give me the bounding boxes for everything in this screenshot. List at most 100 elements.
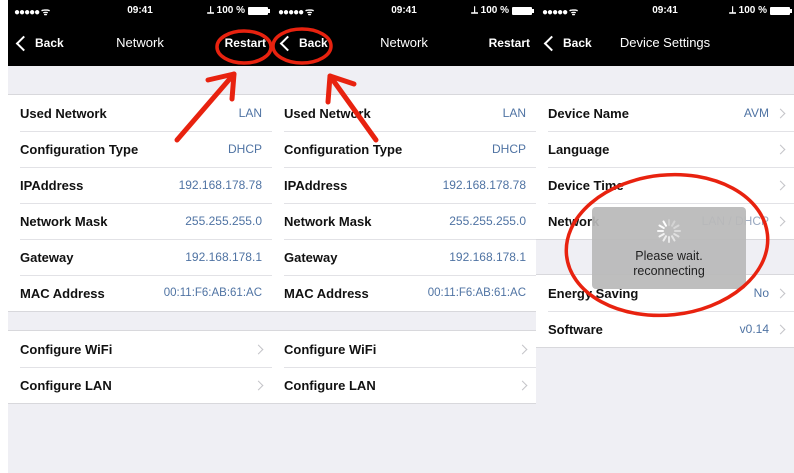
hud-line-2: reconnecting (633, 264, 705, 278)
row-value: 192.168.178.1 (449, 250, 526, 264)
row-network-mask: Network Mask 255.255.255.0 (272, 203, 536, 239)
row-label: Device Time (548, 177, 624, 193)
row-mac-address: MAC Address 00:11:F6:AB:61:AC (8, 275, 272, 311)
row-value: DHCP (491, 142, 526, 156)
status-bar: ●●●●● ᯤ 09:41 ⟂ 100 % (272, 0, 536, 20)
row-label: Used Network (284, 105, 371, 121)
spinner-spoke (674, 230, 681, 232)
battery-icon (770, 6, 792, 15)
row-label: Network Mask (284, 213, 372, 229)
row-label: MAC Address (20, 285, 105, 301)
spinner-spoke (668, 236, 670, 243)
nav-bar: Back Network Restart (8, 20, 272, 66)
row-value: 00:11:F6:AB:61:AC (427, 287, 526, 299)
row-label: Configure LAN (284, 377, 376, 393)
chevron-left-icon (15, 35, 32, 51)
chevron-left-icon (279, 35, 296, 51)
back-label: Back (35, 36, 64, 50)
battery-icon (248, 6, 270, 15)
chevron-right-icon (775, 216, 786, 226)
chevron-right-icon (775, 144, 786, 154)
row-label: Software (548, 321, 603, 337)
reconnecting-hud: Please wait. reconnecting (592, 207, 746, 289)
spinner-spoke (662, 234, 668, 242)
nav-bar: Back Device Settings (536, 20, 794, 66)
row-ip-address: IPAddress 192.168.178.78 (8, 167, 272, 203)
configure-wifi-row[interactable]: Configure WiFi (272, 331, 536, 367)
back-label: Back (299, 36, 328, 50)
chevron-right-icon (775, 180, 786, 190)
battery-text: ⟂ 100 % (729, 5, 767, 16)
row-label: MAC Address (284, 285, 369, 301)
chevron-right-icon (517, 380, 528, 390)
row-configuration-type: Configuration Type DHCP (8, 131, 272, 167)
back-button[interactable]: Back (278, 20, 328, 66)
battery-text: ⟂ 100 % (207, 5, 245, 16)
back-button[interactable]: Back (542, 20, 592, 66)
chevron-right-icon (775, 288, 786, 298)
row-label: Configure WiFi (20, 341, 113, 357)
back-label: Back (563, 36, 592, 50)
row-value: LAN (238, 106, 262, 120)
row-gateway: Gateway 192.168.178.1 (272, 239, 536, 275)
chevron-left-icon (543, 35, 560, 51)
row-value: 255.255.255.0 (185, 214, 262, 228)
restart-button[interactable]: Restart (489, 20, 530, 66)
configure-wifi-row[interactable]: Configure WiFi (8, 331, 272, 367)
chevron-right-icon (517, 344, 528, 354)
chevron-right-icon (775, 108, 786, 118)
row-label: Used Network (20, 105, 107, 121)
software-row[interactable]: Software v0.14 (536, 311, 794, 347)
battery-text: ⟂ 100 % (471, 5, 509, 16)
row-label: IPAddress (20, 177, 84, 193)
row-label: Configure WiFi (284, 341, 377, 357)
hud-line-1: Please wait. (635, 249, 703, 263)
chevron-right-icon (253, 344, 264, 354)
network-screen-2: ●●●●● ᯤ 09:41 ⟂ 100 % Back Network Resta… (272, 0, 536, 473)
configure-group: Configure WiFi Configure LAN (272, 330, 536, 404)
row-used-network: Used Network LAN (272, 95, 536, 131)
battery-icon (512, 6, 534, 15)
back-button[interactable]: Back (14, 20, 64, 66)
row-label: Configuration Type (20, 141, 139, 157)
row-gateway: Gateway 192.168.178.1 (8, 239, 272, 275)
network-screen-1: ●●●●● ᯤ 09:41 ⟂ 100 % Back Network Resta… (8, 0, 272, 473)
row-value: 00:11:F6:AB:61:AC (163, 287, 262, 299)
device-time-row[interactable]: Device Time (536, 167, 794, 203)
row-ip-address: IPAddress 192.168.178.78 (272, 167, 536, 203)
row-value: 192.168.178.78 (178, 178, 262, 192)
row-value: 192.168.178.78 (442, 178, 526, 192)
row-value: DHCP (227, 142, 262, 156)
language-row[interactable]: Language (536, 131, 794, 167)
device-name-row[interactable]: Device Name AVM (536, 95, 794, 131)
row-value: AVM (743, 106, 769, 120)
row-configuration-type: Configuration Type DHCP (272, 131, 536, 167)
row-mac-address: MAC Address 00:11:F6:AB:61:AC (272, 275, 536, 311)
status-bar: ●●●●● ᯤ 09:41 ⟂ 100 % (536, 0, 794, 20)
row-label: Gateway (20, 249, 74, 265)
network-info-group: Used Network LAN Configuration Type DHCP I… (272, 94, 536, 312)
row-value: 192.168.178.1 (185, 250, 262, 264)
nav-bar: Back Network Restart (272, 20, 536, 66)
configure-lan-row[interactable]: Configure LAN (272, 367, 536, 403)
row-label: Configuration Type (284, 141, 403, 157)
row-value: 255.255.255.0 (449, 214, 526, 228)
restart-button[interactable]: Restart (225, 20, 266, 66)
spinner-icon (657, 219, 681, 243)
row-value: No (753, 286, 769, 300)
row-label: IPAddress (284, 177, 348, 193)
chevron-right-icon (253, 380, 264, 390)
spinner-spoke (657, 230, 664, 232)
status-bar: ●●●●● ᯤ 09:41 ⟂ 100 % (8, 0, 272, 20)
battery-indicator: ⟂ 100 % (207, 5, 270, 16)
row-label: Device Name (548, 105, 629, 121)
row-label: Configure LAN (20, 377, 112, 393)
row-value: v0.14 (739, 322, 769, 336)
chevron-right-icon (775, 324, 786, 334)
battery-indicator: ⟂ 100 % (729, 5, 792, 16)
spinner-spoke (672, 224, 680, 230)
configure-lan-row[interactable]: Configure LAN (8, 367, 272, 403)
battery-indicator: ⟂ 100 % (471, 5, 534, 16)
row-label: Language (548, 141, 610, 157)
row-label: Gateway (284, 249, 338, 265)
